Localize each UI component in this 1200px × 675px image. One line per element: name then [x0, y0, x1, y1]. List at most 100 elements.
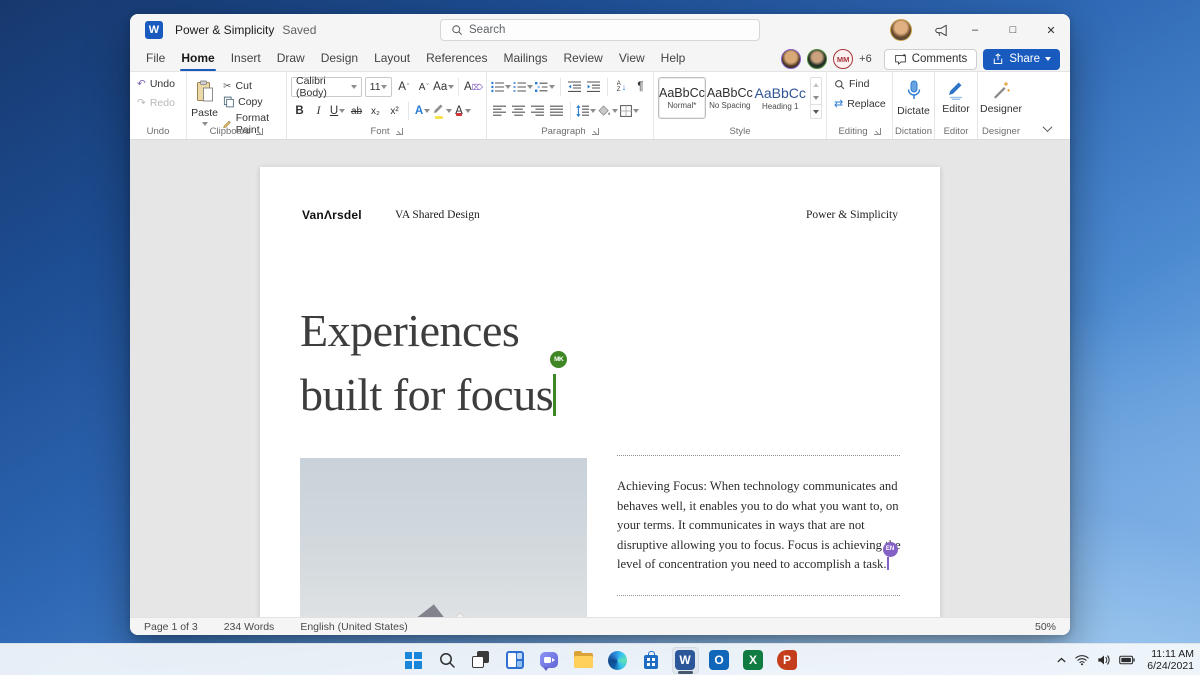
share-button[interactable]: Share: [983, 48, 1060, 70]
designer-button[interactable]: Designer: [980, 77, 1022, 115]
borders-button[interactable]: [620, 101, 639, 121]
style-gallery-down-button[interactable]: [811, 91, 821, 104]
highlight-button[interactable]: [433, 101, 452, 121]
zoom-level[interactable]: 50%: [1035, 621, 1056, 633]
tab-layout[interactable]: Layout: [366, 47, 418, 70]
copy-button[interactable]: Copy: [220, 95, 282, 109]
collaborator-overflow-count[interactable]: +6: [859, 53, 872, 65]
tab-home[interactable]: Home: [173, 47, 222, 71]
task-view-button[interactable]: [468, 647, 495, 674]
collaborator-avatar-1[interactable]: [781, 49, 802, 69]
bold-button[interactable]: B: [291, 101, 308, 121]
text-effects-button[interactable]: A: [414, 101, 431, 121]
style-normal[interactable]: AaBbCc Normal*: [658, 77, 706, 119]
grow-font-button[interactable]: Aˆ: [395, 77, 412, 97]
style-heading1[interactable]: AaBbCc Heading 1: [754, 77, 807, 119]
minimize-button[interactable]: –: [956, 14, 994, 46]
collaborator-avatar-2[interactable]: [807, 49, 828, 69]
decrease-indent-button[interactable]: [566, 77, 583, 97]
shrink-font-button[interactable]: Aˇ: [415, 77, 432, 97]
collapse-ribbon-button[interactable]: [1038, 121, 1056, 135]
tab-design[interactable]: Design: [313, 47, 366, 70]
tab-draw[interactable]: Draw: [269, 47, 313, 70]
store-button[interactable]: [638, 647, 665, 674]
tab-file[interactable]: File: [138, 47, 173, 70]
paste-button[interactable]: Paste: [191, 77, 218, 126]
redo-button[interactable]: ↷ Redo: [134, 96, 182, 110]
style-gallery-up-button[interactable]: [811, 78, 821, 91]
taskbar-word-button[interactable]: W: [671, 646, 699, 674]
multilevel-list-button[interactable]: [535, 77, 555, 97]
paragraph-dialog-launcher[interactable]: [591, 128, 599, 135]
tray-chevron-up-icon[interactable]: [1056, 655, 1067, 666]
chat-button[interactable]: [536, 647, 563, 674]
file-explorer-button[interactable]: [570, 647, 597, 674]
maximize-button[interactable]: □: [994, 14, 1032, 46]
italic-button[interactable]: I: [310, 101, 327, 121]
font-size-select[interactable]: 11: [364, 77, 393, 97]
tab-view[interactable]: View: [611, 47, 653, 70]
editor-button[interactable]: Editor: [939, 77, 973, 115]
collaborator-avatar-3[interactable]: MM: [833, 49, 854, 69]
document-page[interactable]: VanΛrsdel VA Shared Design Power & Simpl…: [260, 167, 940, 617]
align-right-button[interactable]: [529, 101, 546, 121]
taskbar-powerpoint-button[interactable]: P: [774, 647, 801, 674]
tray-clock[interactable]: 11:11 AM 6/24/2021: [1143, 648, 1194, 673]
battery-icon[interactable]: [1119, 655, 1136, 665]
increase-indent-button[interactable]: [585, 77, 602, 97]
page-indicator[interactable]: Page 1 of 3: [144, 621, 198, 633]
search-input[interactable]: Search: [440, 19, 760, 41]
superscript-button[interactable]: x²: [386, 101, 403, 121]
style-gallery-more-button[interactable]: [810, 104, 821, 118]
font-dialog-launcher[interactable]: [395, 128, 403, 135]
clear-formatting-button[interactable]: A ⌦: [464, 77, 483, 97]
dictate-button[interactable]: Dictate: [897, 77, 930, 117]
bullet-list-button[interactable]: [491, 77, 511, 97]
find-button[interactable]: Find: [831, 77, 888, 91]
volume-icon[interactable]: [1097, 654, 1111, 666]
taskbar-outlook-button[interactable]: O: [706, 647, 733, 674]
style-no-spacing[interactable]: AaBbCc No Spacing: [706, 77, 754, 119]
justify-button[interactable]: [548, 101, 565, 121]
taskbar-excel-button[interactable]: X: [740, 647, 767, 674]
edge-button[interactable]: [604, 647, 631, 674]
tab-review[interactable]: Review: [556, 47, 611, 70]
tab-mailings[interactable]: Mailings: [495, 47, 555, 70]
wifi-icon[interactable]: [1075, 654, 1089, 666]
shading-button[interactable]: [598, 101, 618, 121]
word-count[interactable]: 234 Words: [224, 621, 275, 633]
font-name-select[interactable]: Calibri (Body): [291, 75, 362, 99]
document-heading[interactable]: Experiences built for focus MK: [300, 299, 568, 427]
comments-button[interactable]: Comments: [883, 48, 978, 70]
numbered-list-button[interactable]: [513, 77, 533, 97]
line-spacing-button[interactable]: [576, 101, 596, 121]
tab-insert[interactable]: Insert: [223, 47, 269, 70]
cut-button[interactable]: ✂ Cut: [220, 79, 282, 93]
start-button[interactable]: [400, 647, 427, 674]
taskbar-search-button[interactable]: [434, 647, 461, 674]
save-status[interactable]: Saved: [282, 23, 316, 37]
sort-button[interactable]: AZ ↓: [613, 77, 630, 97]
document-image[interactable]: [300, 458, 587, 617]
align-left-button[interactable]: [491, 101, 508, 121]
font-color-button[interactable]: A: [454, 101, 471, 121]
undo-button[interactable]: ↶ Undo: [134, 77, 182, 91]
tab-references[interactable]: References: [418, 47, 495, 70]
language-indicator[interactable]: English (United States): [300, 621, 407, 633]
align-center-button[interactable]: [510, 101, 527, 121]
close-button[interactable]: ✕: [1032, 14, 1070, 46]
editing-dialog-launcher[interactable]: [873, 128, 881, 135]
strikethrough-button[interactable]: ab: [348, 101, 365, 121]
underline-button[interactable]: U: [329, 101, 346, 121]
document-canvas[interactable]: VanΛrsdel VA Shared Design Power & Simpl…: [130, 140, 1070, 617]
body-paragraph[interactable]: Achieving Focus: When technology communi…: [617, 477, 907, 575]
widgets-button[interactable]: [502, 647, 529, 674]
change-case-button[interactable]: Aa: [433, 77, 455, 97]
feedback-megaphone-icon[interactable]: [926, 14, 956, 46]
user-avatar[interactable]: [890, 19, 912, 41]
clipboard-dialog-launcher[interactable]: [256, 128, 264, 135]
replace-button[interactable]: ⇄ Replace: [831, 96, 888, 111]
show-hide-marks-button[interactable]: ¶: [632, 77, 649, 97]
tab-help[interactable]: Help: [653, 47, 694, 70]
subscript-button[interactable]: x₂: [367, 101, 384, 121]
